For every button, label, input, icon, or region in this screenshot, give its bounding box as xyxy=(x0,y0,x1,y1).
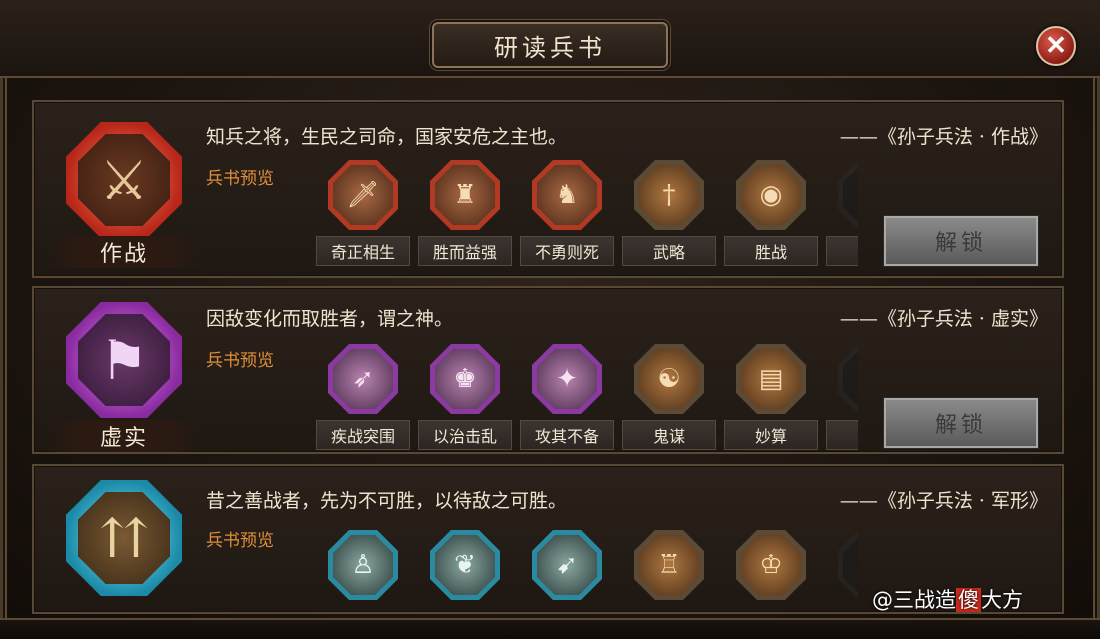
book-quote: 因敌变化而取胜者，谓之神。 xyxy=(206,308,454,330)
book-quote: 知兵之将，生民之司命，国家安危之主也。 xyxy=(206,126,568,148)
skill-item[interactable]: ❦ xyxy=(414,524,516,610)
watermark: @三战造傻大方 xyxy=(872,584,1023,614)
troops-icon: ♙ xyxy=(328,530,398,600)
partial-icon xyxy=(838,160,858,230)
skill-item[interactable]: 🗡 奇正相生 xyxy=(312,154,414,268)
book-source: ——《孙子兵法 · 作战》 xyxy=(839,126,1048,148)
commander-icon: ♚ xyxy=(430,344,500,414)
skill-name: 攻其不备 xyxy=(520,420,614,450)
book-panel-xushi[interactable]: ⚑ 虚实 因敌变化而取胜者，谓之神。 ——《孙子兵法 · 虚实》 兵书预览 ➶ … xyxy=(32,286,1064,454)
preview-label: 兵书预览 xyxy=(206,169,274,189)
skill-name: 鬼谋 xyxy=(622,420,716,450)
book-source: ——《孙子兵法 · 虚实》 xyxy=(839,308,1048,330)
skill-name: 以治击乱 xyxy=(418,420,512,450)
preview-label: 兵书预览 xyxy=(206,531,274,551)
skill-name: 不勇则死 xyxy=(520,236,614,266)
skill-item[interactable]: ♜ 胜而益强 xyxy=(414,154,516,268)
unlock-button[interactable]: 解锁 xyxy=(884,216,1038,266)
general-icon: ♔ xyxy=(736,530,806,600)
window-title-plate: 研读兵书 xyxy=(432,22,668,68)
archer-icon: ➹ xyxy=(532,530,602,600)
skill-item[interactable]: ◉ 胜战 xyxy=(720,154,822,268)
book-name: 虚实 xyxy=(48,420,200,452)
skill-item[interactable]: ♞ 不勇则死 xyxy=(516,154,618,268)
watermark-suffix: 大方 xyxy=(981,588,1023,612)
crossed-swords-icon: ⚔ xyxy=(66,122,182,238)
fortress-icon: ♖ xyxy=(634,530,704,600)
book-panel-zuozhan[interactable]: ⚔ 作战 知兵之将，生民之司命，国家安危之主也。 ——《孙子兵法 · 作战》 兵… xyxy=(32,100,1064,278)
unlock-button[interactable]: 解锁 xyxy=(884,398,1038,448)
skill-item[interactable]: ▤ 妙算 xyxy=(720,338,822,452)
rising-arrows-icon: ⇈ xyxy=(66,480,182,596)
bottom-trim xyxy=(0,618,1100,639)
preview-label: 兵书预览 xyxy=(206,351,274,371)
arrows-icon: ➶ xyxy=(328,344,398,414)
book-name: 作战 xyxy=(48,236,200,268)
partial-icon xyxy=(838,344,858,414)
skill-list: ➶ 疾战突围 ♚ 以治击乱 ✦ 攻其不备 ☯ 鬼谋 ▤ 妙算 xyxy=(312,338,858,452)
skill-list: ♙ ❦ ➹ ♖ ♔ xyxy=(312,524,858,610)
skill-item[interactable]: ♔ xyxy=(720,524,822,610)
skill-name: 武略 xyxy=(622,236,716,266)
skill-item[interactable]: ➹ xyxy=(516,524,618,610)
close-icon: ✕ xyxy=(1045,31,1067,61)
skill-item[interactable]: ☯ 鬼谋 xyxy=(618,338,720,452)
skill-name: 疾战突围 xyxy=(316,420,410,450)
book-source: ——《孙子兵法 · 军形》 xyxy=(839,490,1048,512)
skill-name: 妙算 xyxy=(724,420,818,450)
skill-item[interactable]: ➶ 疾战突围 xyxy=(312,338,414,452)
skill-item[interactable]: † 武略 xyxy=(618,154,720,268)
book-emblem[interactable]: ⇈ xyxy=(48,466,200,616)
window-title: 研读兵书 xyxy=(494,33,606,62)
skill-list: 🗡 奇正相生 ♜ 胜而益强 ♞ 不勇则死 † 武略 ◉ 胜战 xyxy=(312,154,858,268)
watermark-prefix: @三战造 xyxy=(872,588,956,612)
skill-name: 奇正相生 xyxy=(316,236,410,266)
scroll-icon: ▤ xyxy=(736,344,806,414)
warrior-icon: ♜ xyxy=(430,160,500,230)
skill-item[interactable]: ✦ 攻其不备 xyxy=(516,338,618,452)
book-emblem[interactable]: ⚔ 作战 xyxy=(48,102,200,280)
dagger-icon: † xyxy=(634,160,704,230)
book-emblem[interactable]: ⚑ 虚实 xyxy=(48,288,200,456)
partial-icon xyxy=(838,530,858,600)
watermark-highlight: 傻 xyxy=(956,588,981,612)
ambush-icon: ✦ xyxy=(532,344,602,414)
book-quote: 昔之善战者，先为不可胜，以待敌之可胜。 xyxy=(206,490,568,512)
strategist-icon: ☯ xyxy=(634,344,704,414)
skill-item[interactable]: ♚ 以治击乱 xyxy=(414,338,516,452)
charging-soldier-icon: ♞ xyxy=(532,160,602,230)
skill-item[interactable]: ♖ xyxy=(618,524,720,610)
skill-name xyxy=(826,420,858,450)
war-drum-icon: ◉ xyxy=(736,160,806,230)
skill-item[interactable] xyxy=(822,154,858,268)
skill-item[interactable]: ♙ xyxy=(312,524,414,610)
sword-strike-icon: 🗡 xyxy=(328,160,398,230)
skill-item[interactable] xyxy=(822,338,858,452)
close-button[interactable]: ✕ xyxy=(1036,26,1076,66)
skill-name xyxy=(826,236,858,266)
skill-name: 胜战 xyxy=(724,236,818,266)
plant-icon: ❦ xyxy=(430,530,500,600)
skill-item[interactable] xyxy=(822,524,858,610)
skill-name: 胜而益强 xyxy=(418,236,512,266)
war-banner-icon: ⚑ xyxy=(66,302,182,418)
